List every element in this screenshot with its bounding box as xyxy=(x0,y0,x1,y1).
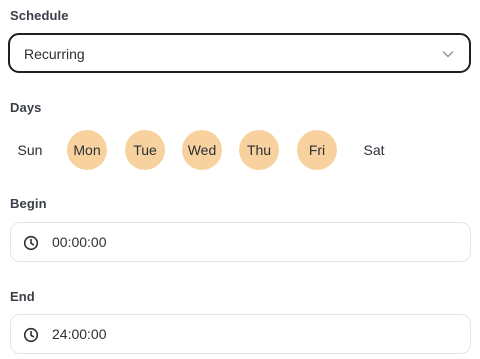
clock-icon xyxy=(23,235,39,251)
day-thu[interactable]: Thu xyxy=(239,130,279,170)
end-time-value: 24:00:00 xyxy=(52,326,107,342)
day-mon[interactable]: Mon xyxy=(67,130,107,170)
end-time-field[interactable]: 24:00:00 xyxy=(10,314,471,354)
clock-icon xyxy=(23,327,39,343)
day-sat[interactable]: Sat xyxy=(354,130,394,170)
day-wed[interactable]: Wed xyxy=(182,130,222,170)
end-label: End xyxy=(10,289,35,304)
schedule-select-value: Recurring xyxy=(24,46,85,62)
days-label: Days xyxy=(10,100,42,115)
day-tue[interactable]: Tue xyxy=(125,130,165,170)
schedule-form: Schedule Recurring Days Sun Mon Tue Wed … xyxy=(0,0,480,359)
begin-label: Begin xyxy=(10,196,47,211)
schedule-label: Schedule xyxy=(10,8,69,23)
days-selector: Sun Mon Tue Wed Thu Fri Sat xyxy=(10,130,470,172)
day-fri[interactable]: Fri xyxy=(297,130,337,170)
schedule-select[interactable]: Recurring xyxy=(8,33,471,73)
day-sun[interactable]: Sun xyxy=(10,130,50,170)
begin-time-field[interactable]: 00:00:00 xyxy=(10,222,471,262)
chevron-down-icon xyxy=(441,47,455,61)
begin-time-value: 00:00:00 xyxy=(52,234,107,250)
